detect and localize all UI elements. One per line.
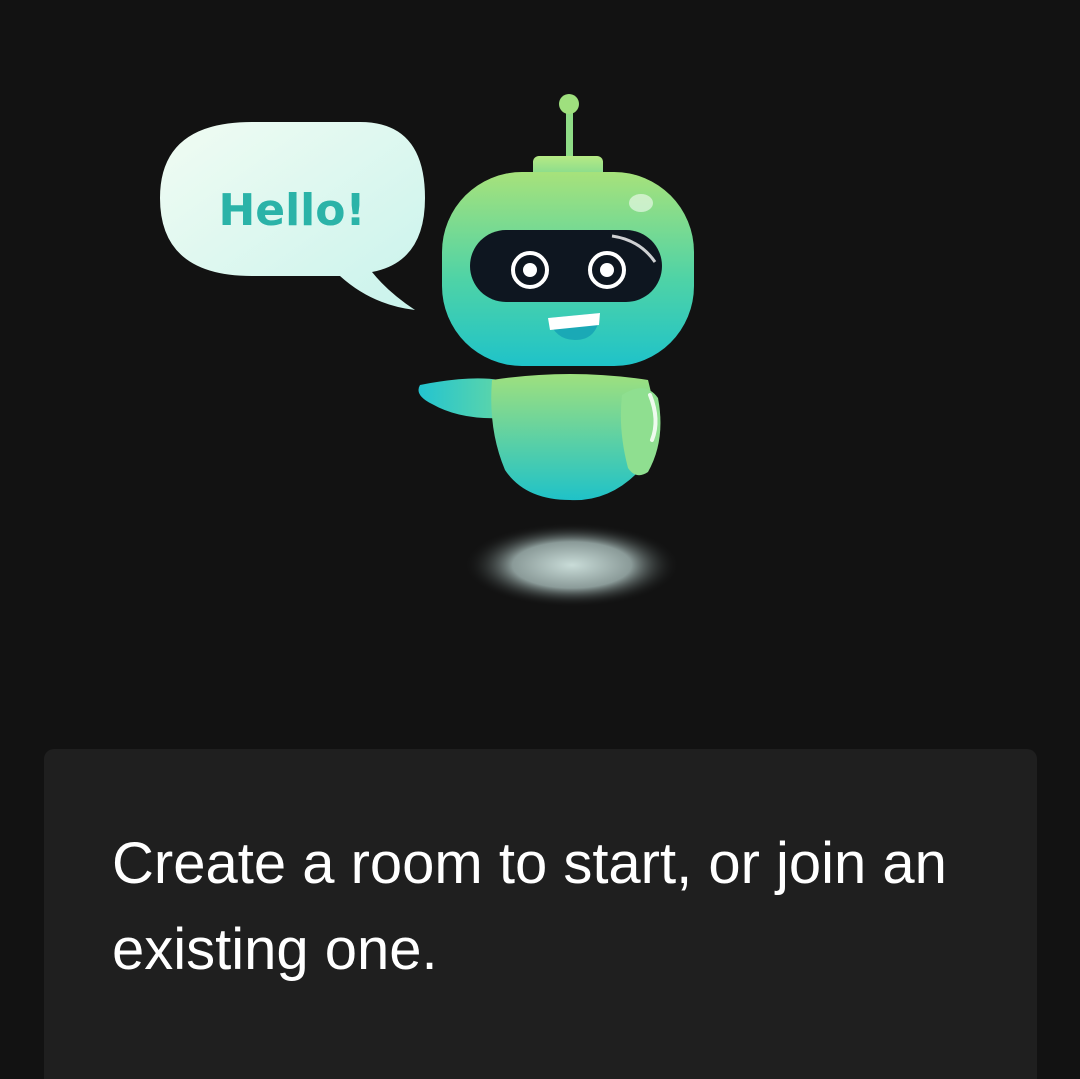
info-card: Create a room to start, or join an exist… [44, 749, 1037, 1079]
empty-state-message: Create a room to start, or join an exist… [112, 831, 947, 982]
left-arm [418, 378, 502, 419]
robot-illustration: Hello! [160, 94, 694, 607]
speech-bubble: Hello! [160, 122, 425, 310]
empty-state-screen: Hello! Create a room to start, or join a… [0, 0, 1080, 1079]
speech-bubble-text: Hello! [218, 185, 365, 236]
floor-shadow [464, 523, 680, 607]
antenna-icon [533, 94, 603, 178]
robot-body [418, 374, 661, 501]
robot-head [442, 172, 694, 366]
